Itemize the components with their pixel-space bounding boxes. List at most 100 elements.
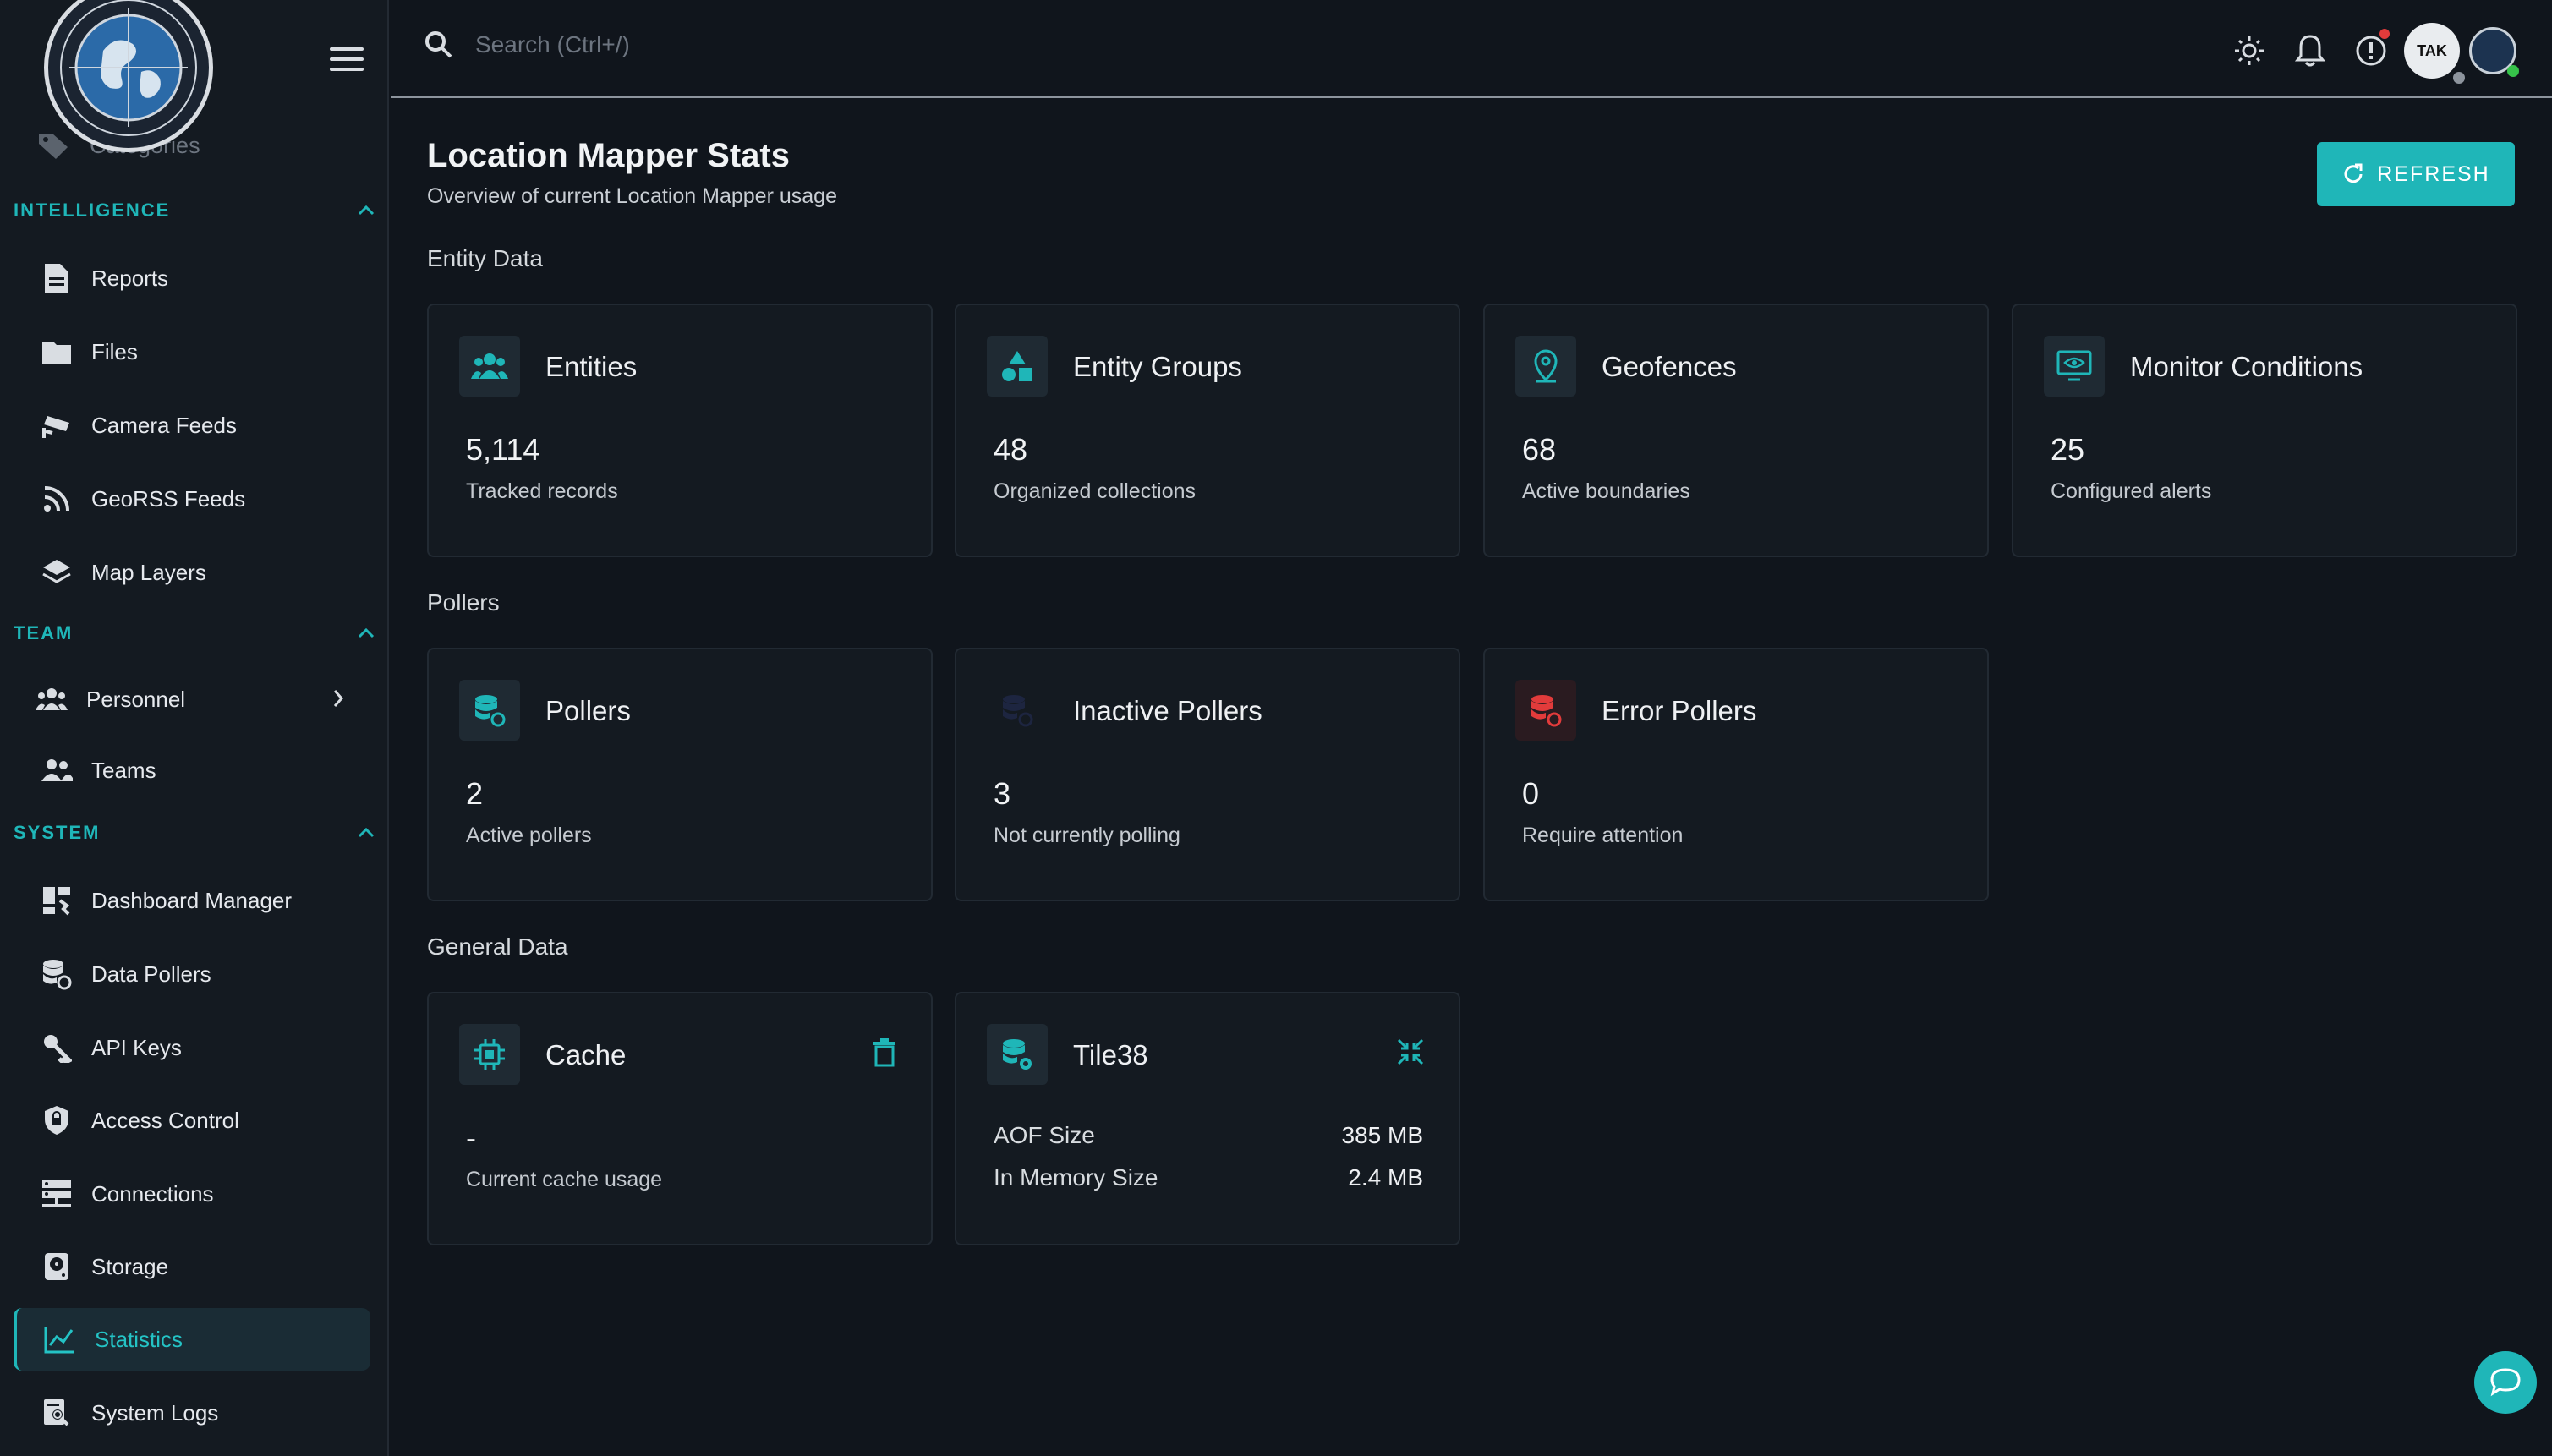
topbar-actions: TAK bbox=[2219, 20, 2523, 84]
layers-icon bbox=[39, 555, 74, 590]
kv-label: In Memory Size bbox=[994, 1164, 1158, 1191]
search-icon[interactable] bbox=[424, 30, 453, 59]
tak-avatar-label: TAK bbox=[2417, 41, 2447, 59]
rss-icon bbox=[39, 481, 74, 517]
sidebar-item-map-layers[interactable]: Map Layers bbox=[14, 541, 370, 604]
card-value: - bbox=[466, 1120, 476, 1155]
section-entity-data: Entity Data bbox=[427, 245, 543, 271]
chart-line-icon bbox=[42, 1322, 78, 1357]
stat-card-entity-groups: Entity Groups 48 Organized collections bbox=[955, 304, 1460, 557]
sidebar-item-api-keys[interactable]: API Keys bbox=[14, 1016, 370, 1079]
chat-bubble-icon bbox=[2490, 1368, 2521, 1397]
kv-value: 385 MB bbox=[1341, 1122, 1424, 1148]
theme-toggle-button[interactable] bbox=[2219, 20, 2280, 81]
chevron-up-icon bbox=[358, 627, 375, 638]
alert-indicator-dot bbox=[2379, 29, 2390, 39]
stat-card-geofences: Geofences 68 Active boundaries bbox=[1483, 304, 1989, 557]
tile38-memory-size-row: In Memory Size 2.4 MB bbox=[994, 1164, 1423, 1191]
sidebar-item-teams[interactable]: Teams bbox=[14, 739, 370, 802]
sidebar-item-camera-feeds[interactable]: Camera Feeds bbox=[14, 394, 370, 457]
kv-value: 2.4 MB bbox=[1348, 1164, 1423, 1191]
compact-button[interactable] bbox=[1396, 1037, 1425, 1070]
sidebar-item-label: Statistics bbox=[95, 1326, 183, 1352]
sidebar-item-personnel[interactable]: Personnel bbox=[14, 668, 370, 731]
tile38-aof-size-row: AOF Size 385 MB bbox=[994, 1122, 1423, 1149]
card-description: Tracked records bbox=[466, 479, 618, 503]
card-value: 48 bbox=[994, 432, 1028, 467]
card-description: Organized collections bbox=[994, 479, 1197, 503]
notifications-button[interactable] bbox=[2280, 20, 2341, 81]
server-icon bbox=[39, 1176, 74, 1212]
people-group-icon bbox=[34, 681, 69, 717]
sidebar-item-system-logs[interactable]: System Logs bbox=[14, 1382, 370, 1444]
sidebar-item-label: Camera Feeds bbox=[91, 412, 237, 438]
compress-arrows-icon bbox=[1397, 1038, 1424, 1065]
shield-lock-icon bbox=[39, 1103, 74, 1138]
clear-cache-button[interactable] bbox=[872, 1037, 897, 1072]
sidebar-item-label: Storage bbox=[91, 1253, 169, 1279]
user-avatar-button[interactable] bbox=[2462, 20, 2523, 81]
kv-label: AOF Size bbox=[994, 1122, 1095, 1148]
cpu-chip-icon bbox=[459, 1024, 520, 1085]
app-logo[interactable] bbox=[44, 0, 213, 152]
chat-button[interactable] bbox=[2474, 1351, 2537, 1414]
sidebar-item-label: API Keys bbox=[91, 1034, 182, 1060]
sidebar-item-access-control[interactable]: Access Control bbox=[14, 1089, 370, 1152]
chevron-up-icon bbox=[358, 205, 375, 216]
sidebar-item-label: Teams bbox=[91, 757, 156, 783]
card-title: Geofences bbox=[1602, 351, 1737, 382]
refresh-button[interactable]: REFRESH bbox=[2317, 142, 2515, 206]
user-avatar bbox=[2469, 27, 2519, 77]
card-value: 25 bbox=[2051, 432, 2085, 467]
card-value: 0 bbox=[1522, 776, 1540, 811]
page-title: Location Mapper Stats bbox=[427, 137, 790, 174]
stat-card-tile38: Tile38 AOF Size 385 MB In Memory Size 2.… bbox=[955, 992, 1460, 1245]
team-icon bbox=[39, 753, 74, 788]
sidebar-item-connections[interactable]: Connections bbox=[14, 1163, 370, 1225]
refresh-icon bbox=[2344, 163, 2363, 183]
section-general-data: General Data bbox=[427, 933, 568, 960]
section-label: SYSTEM bbox=[14, 822, 101, 843]
sidebar-item-statistics[interactable]: Statistics bbox=[14, 1308, 370, 1371]
sidebar: Categories INTELLIGENCE Reports Files Ca… bbox=[0, 0, 389, 1456]
sidebar-item-label: Files bbox=[91, 338, 138, 364]
sidebar-item-dashboard-manager[interactable]: Dashboard Manager bbox=[14, 869, 370, 932]
card-description: Active pollers bbox=[466, 824, 592, 847]
section-header-intelligence[interactable]: INTELLIGENCE bbox=[14, 200, 375, 222]
chevron-up-icon bbox=[358, 827, 375, 838]
menu-toggle-icon[interactable] bbox=[330, 47, 364, 73]
database-sync-icon bbox=[987, 680, 1048, 741]
stat-card-entities: Entities 5,114 Tracked records bbox=[427, 304, 933, 557]
refresh-label: REFRESH bbox=[2377, 161, 2490, 186]
section-label: TEAM bbox=[14, 622, 74, 643]
sidebar-item-files[interactable]: Files bbox=[14, 320, 370, 383]
sidebar-item-georss-feeds[interactable]: GeoRSS Feeds bbox=[14, 468, 370, 530]
alerts-button[interactable] bbox=[2341, 20, 2401, 81]
sidebar-item-reports[interactable]: Reports bbox=[14, 247, 370, 309]
card-title: Pollers bbox=[545, 695, 631, 726]
card-value: 5,114 bbox=[466, 432, 540, 467]
card-title: Inactive Pollers bbox=[1073, 695, 1262, 726]
tak-avatar-button[interactable]: TAK bbox=[2401, 20, 2465, 84]
card-title: Tile38 bbox=[1073, 1039, 1148, 1070]
sidebar-item-data-pollers[interactable]: Data Pollers bbox=[14, 943, 370, 1005]
section-header-system[interactable]: SYSTEM bbox=[14, 822, 375, 844]
stat-card-pollers: Pollers 2 Active pollers bbox=[427, 648, 933, 901]
stat-card-monitor-conditions: Monitor Conditions 25 Configured alerts bbox=[2012, 304, 2517, 557]
database-sync-icon bbox=[459, 680, 520, 741]
dashboard-icon bbox=[39, 883, 74, 918]
card-description: Current cache usage bbox=[466, 1168, 663, 1191]
harddisk-icon bbox=[39, 1249, 74, 1284]
database-error-icon bbox=[1515, 680, 1576, 741]
people-icon bbox=[459, 336, 520, 397]
sidebar-item-label: Reports bbox=[91, 265, 169, 291]
sidebar-item-storage[interactable]: Storage bbox=[14, 1235, 370, 1298]
card-title: Entity Groups bbox=[1073, 351, 1242, 382]
sidebar-item-label: Data Pollers bbox=[91, 961, 211, 987]
search-input[interactable] bbox=[475, 31, 1152, 58]
section-header-team[interactable]: TEAM bbox=[14, 622, 375, 644]
page-subtitle: Overview of current Location Mapper usag… bbox=[427, 184, 837, 208]
bell-icon bbox=[2295, 35, 2325, 67]
card-description: Not currently polling bbox=[994, 824, 1180, 847]
stat-card-inactive-pollers: Inactive Pollers 3 Not currently polling bbox=[955, 648, 1460, 901]
